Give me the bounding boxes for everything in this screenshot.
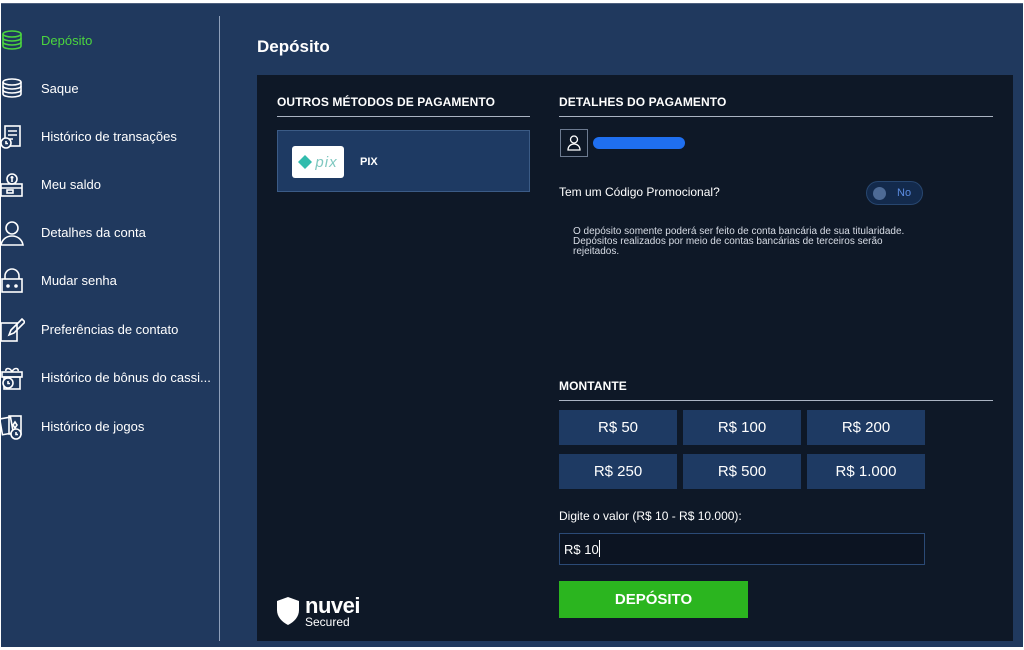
user-icon [567, 135, 581, 151]
amount-option-500[interactable]: R$ 500 [683, 454, 801, 489]
deposit-button[interactable]: DEPÓSITO [559, 581, 748, 618]
cards-clock-icon [0, 414, 25, 440]
promo-code-label: Tem um Código Promocional? [559, 185, 720, 199]
sidebar-item-label: Meu saldo [41, 177, 101, 192]
text-caret [599, 540, 600, 557]
account-user-box [560, 129, 588, 157]
sidebar-item-preferencias-contato[interactable]: Preferências de contato [0, 315, 219, 345]
amount-option-50[interactable]: R$ 50 [559, 410, 677, 445]
sidebar-item-mudar-senha[interactable]: Mudar senha [1, 266, 219, 296]
toggle-knob [873, 187, 886, 200]
amount-option-100[interactable]: R$ 100 [683, 410, 801, 445]
user-icon [0, 220, 25, 246]
sidebar-item-meu-saldo[interactable]: Meu saldo [0, 170, 219, 200]
promo-code-toggle[interactable]: No [866, 181, 923, 205]
pix-logo: pix [292, 146, 344, 178]
redacted-username [593, 137, 685, 149]
amount-input-label: Digite o valor (R$ 10 - R$ 10.000): [559, 509, 742, 523]
sidebar-item-historico-jogos[interactable]: Histórico de jogos [0, 412, 219, 442]
payment-method-pix[interactable]: pix PIX [277, 130, 530, 192]
pix-diamond-icon [298, 155, 313, 169]
sidebar-item-detalhes-conta[interactable]: Detalhes da conta [0, 218, 219, 248]
sidebar-item-historico-transacoes[interactable]: Histórico de transações [0, 122, 219, 152]
pix-logo-text: pix [315, 153, 338, 171]
amount-input[interactable] [559, 533, 925, 565]
nuvei-secured-text: Secured [305, 615, 350, 629]
sidebar-divider [219, 16, 220, 641]
amount-title: MONTANTE [559, 379, 627, 393]
amount-option-250[interactable]: R$ 250 [559, 454, 677, 489]
divider [559, 400, 993, 401]
page-title: Depósito [257, 37, 330, 56]
pix-label: PIX [360, 156, 378, 168]
sidebar-item-label: Mudar senha [41, 273, 117, 288]
divider [559, 116, 993, 117]
sidebar: Depósito Saque Histórico de transações M… [0, 4, 220, 648]
shield-icon [277, 597, 299, 625]
amount-option-1000[interactable]: R$ 1.000 [807, 454, 925, 489]
sidebar-item-historico-bonus[interactable]: Histórico de bônus do cassi... [1, 363, 219, 393]
toggle-label: No [897, 187, 912, 199]
sidebar-item-label: Detalhes da conta [41, 225, 146, 240]
sidebar-item-label: Histórico de transações [41, 129, 177, 144]
amount-option-200[interactable]: R$ 200 [807, 410, 925, 445]
payment-methods-title: OUTROS MÉTODOS DE PAGAMENTO [277, 95, 496, 109]
app-frame: Depósito Saque Histórico de transações M… [0, 3, 1023, 648]
gift-clock-icon [0, 365, 25, 391]
payment-details-title: DETALHES DO PAGAMENTO [559, 95, 727, 109]
sidebar-item-label: Preferências de contato [41, 322, 179, 337]
sidebar-item-label: Histórico de jogos [41, 419, 145, 434]
coins-stack-icon [0, 28, 25, 54]
edit-form-icon [0, 317, 27, 343]
sidebar-item-label: Saque [41, 81, 79, 96]
divider [277, 116, 530, 117]
sidebar-item-label: Histórico de bônus do cassi... [41, 370, 211, 385]
deposit-panel: OUTROS MÉTODOS DE PAGAMENTO pix PIX DETA… [257, 75, 1013, 641]
receipt-clock-icon [0, 124, 25, 150]
sidebar-item-label: Depósito [41, 33, 93, 48]
lock-icon [0, 268, 25, 294]
wallet-dollar-icon [0, 172, 25, 198]
coins-stack-icon [0, 76, 25, 102]
sidebar-item-deposito[interactable]: Depósito [1, 26, 219, 56]
sidebar-item-saque[interactable]: Saque [1, 74, 219, 104]
deposit-notice: O depósito somente poderá ser feito de c… [573, 226, 905, 257]
